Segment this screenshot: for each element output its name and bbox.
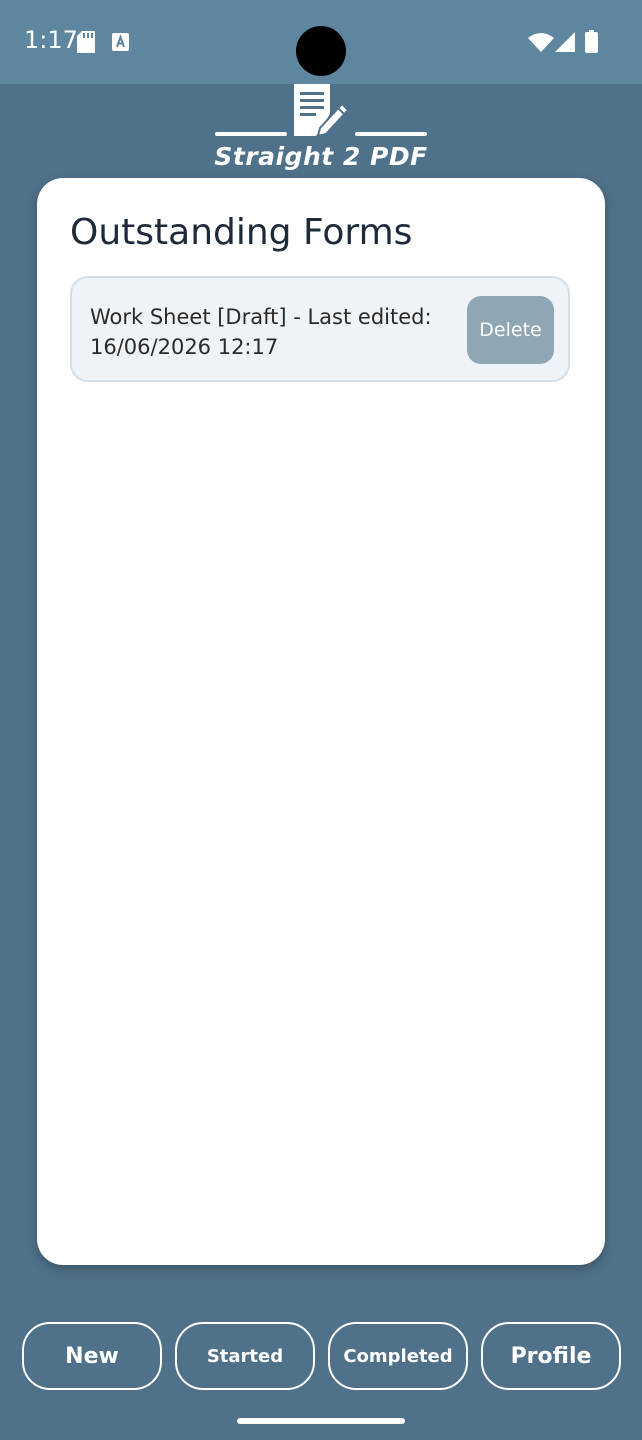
nav-new-button[interactable]: New <box>22 1322 162 1390</box>
form-item-label: Work Sheet [Draft] - Last edited: 16/06/… <box>90 305 432 359</box>
battery-icon <box>585 30 598 53</box>
app-notification-icon <box>112 33 129 51</box>
status-time: 1:17 <box>24 26 78 54</box>
bottom-nav: New Started Completed Profile <box>0 1322 642 1390</box>
nav-completed-button[interactable]: Completed <box>328 1322 468 1390</box>
delete-button[interactable]: Delete <box>467 296 554 364</box>
wifi-icon <box>528 33 554 52</box>
home-indicator[interactable] <box>237 1418 405 1424</box>
app-name: Straight 2 PDF <box>214 142 428 171</box>
nav-started-button[interactable]: Started <box>175 1322 315 1390</box>
document-pencil-icon <box>294 84 350 138</box>
form-list-item[interactable]: Work Sheet [Draft] - Last edited: 16/06/… <box>70 276 570 382</box>
logo-line-left <box>215 132 287 136</box>
nav-profile-button[interactable]: Profile <box>481 1322 621 1390</box>
cell-signal-icon <box>555 32 575 52</box>
logo-line-right <box>355 132 427 136</box>
sd-card-icon <box>77 31 95 53</box>
status-bar: 1:17 <box>0 0 642 84</box>
page-title: Outstanding Forms <box>70 212 413 253</box>
outstanding-forms-card: Outstanding Forms Work Sheet [Draft] - L… <box>37 178 605 1265</box>
front-camera <box>296 26 346 76</box>
